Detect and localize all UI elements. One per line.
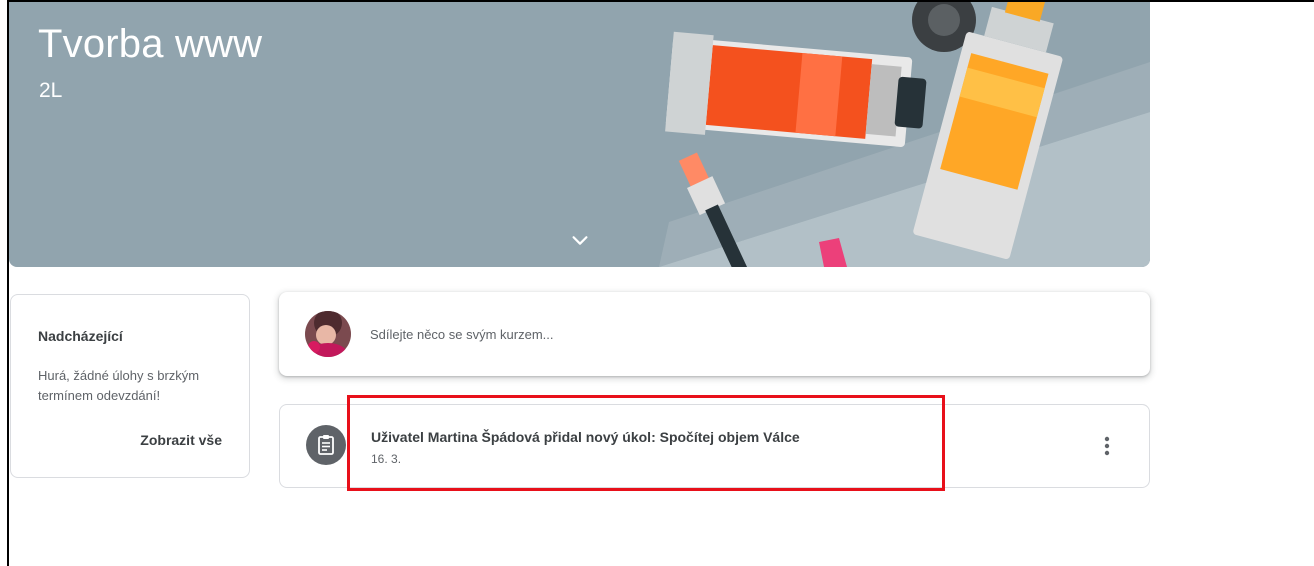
highlight-annotation [347,395,945,491]
avatar [305,311,351,357]
share-input[interactable]: Sdílejte něco se svým kurzem... [370,327,554,342]
assignment-icon [306,425,346,465]
view-all-link[interactable]: Zobrazit vše [140,432,222,448]
course-section: 2L [39,79,63,102]
course-title[interactable]: Tvorba www [38,22,262,67]
share-with-class-card[interactable]: Sdílejte něco se svým kurzem... [279,292,1150,376]
upcoming-title: Nadcházející [38,328,123,344]
upcoming-message: Hurá, žádné úlohy s brzkým termínem odev… [38,368,200,403]
more-options-icon[interactable] [1098,433,1116,459]
chevron-down-icon[interactable] [569,229,591,251]
upcoming-card: Nadcházející Hurá, žádné úlohy s brzkým … [10,294,250,478]
course-banner: Tvorba www 2L [9,2,1150,267]
